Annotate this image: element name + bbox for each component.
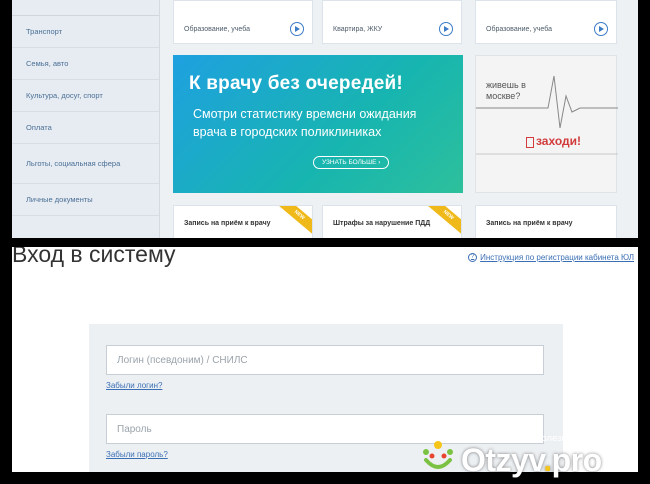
banner-title: К врачу без очередей! — [189, 73, 403, 94]
new-ribbon: NEW — [426, 206, 461, 235]
sidebar-item-family[interactable]: Семья, авто — [12, 48, 159, 80]
learn-more-button[interactable]: УЗНАТЬ БОЛЬШЕ › — [313, 156, 390, 169]
side-ad[interactable]: живешь в москве? заходи! — [475, 55, 618, 193]
tile-label: Штрафы за нарушение ПДД — [333, 220, 431, 227]
tile-label: Запись на приём к врачу — [184, 220, 271, 227]
service-tile[interactable]: Запись на приём к врачу NEW — [173, 205, 313, 238]
service-tile[interactable]: Квартира, ЖКУ — [322, 0, 462, 44]
otzyv-logo-icon — [423, 441, 453, 469]
promo-banner[interactable]: К врачу без очередей! Смотри статистику … — [173, 55, 463, 193]
otzyv-watermark: самые полезные отзывы Otzyv.pro — [418, 430, 640, 479]
forgot-password-link[interactable]: Забыли пароль? — [106, 450, 168, 459]
login-input[interactable]: Логин (псевдоним) / СНИЛС — [106, 345, 544, 375]
sidebar-item-benefits[interactable]: Льготы, социальная сфера — [12, 144, 159, 184]
watermark-logo: Otzyv.pro — [461, 442, 602, 479]
sidebar-item-transport[interactable]: Транспорт — [12, 16, 159, 48]
page-title: Вход в систему — [12, 247, 176, 267]
service-tile[interactable]: Образование, учеба — [475, 0, 617, 44]
door-icon — [526, 137, 534, 148]
banner-text: Смотри статистику времени ожидания врача… — [193, 107, 417, 139]
help-link-label: Инструкция по регистрации кабинета ЮЛ — [480, 253, 634, 262]
service-tile[interactable]: Образование, учеба — [173, 0, 313, 44]
service-tile[interactable]: Запись на приём к врачу — [475, 205, 617, 238]
logo-main: Otzyv — [461, 442, 544, 478]
play-icon[interactable] — [439, 22, 453, 36]
sidebar-item-culture[interactable]: Культура, досуг, спорт — [12, 80, 159, 112]
tile-label: Квартира, ЖКУ — [333, 26, 383, 33]
sidebar-item-documents[interactable]: Личные документы — [12, 184, 159, 216]
logo-dot: . — [543, 442, 552, 478]
play-icon[interactable] — [290, 22, 304, 36]
side-ad-cta[interactable]: заходи! — [536, 134, 581, 148]
tile-label: Запись на приём к врачу — [486, 220, 573, 227]
service-tile[interactable]: Штрафы за нарушение ПДД NEW — [322, 205, 462, 238]
sidebar-item-payment[interactable]: Оплата — [12, 112, 159, 144]
pulse-line-icon — [476, 75, 618, 155]
play-icon[interactable] — [594, 22, 608, 36]
tile-label: Образование, учеба — [184, 26, 250, 33]
sidebar-header — [12, 0, 159, 16]
registration-help-link[interactable]: ? Инструкция по регистрации кабинета ЮЛ — [468, 253, 634, 262]
forgot-login-link[interactable]: Забыли логин? — [106, 381, 162, 390]
category-sidebar: Транспорт Семья, авто Культура, досуг, с… — [12, 0, 160, 238]
help-icon: ? — [468, 253, 478, 262]
top-screenshot: Транспорт Семья, авто Культура, досуг, с… — [12, 0, 638, 238]
side-ad-text: живешь в москве? — [486, 80, 526, 101]
logo-tld: pro — [551, 442, 603, 478]
tile-label: Образование, учеба — [486, 26, 552, 33]
new-ribbon: NEW — [277, 206, 312, 235]
